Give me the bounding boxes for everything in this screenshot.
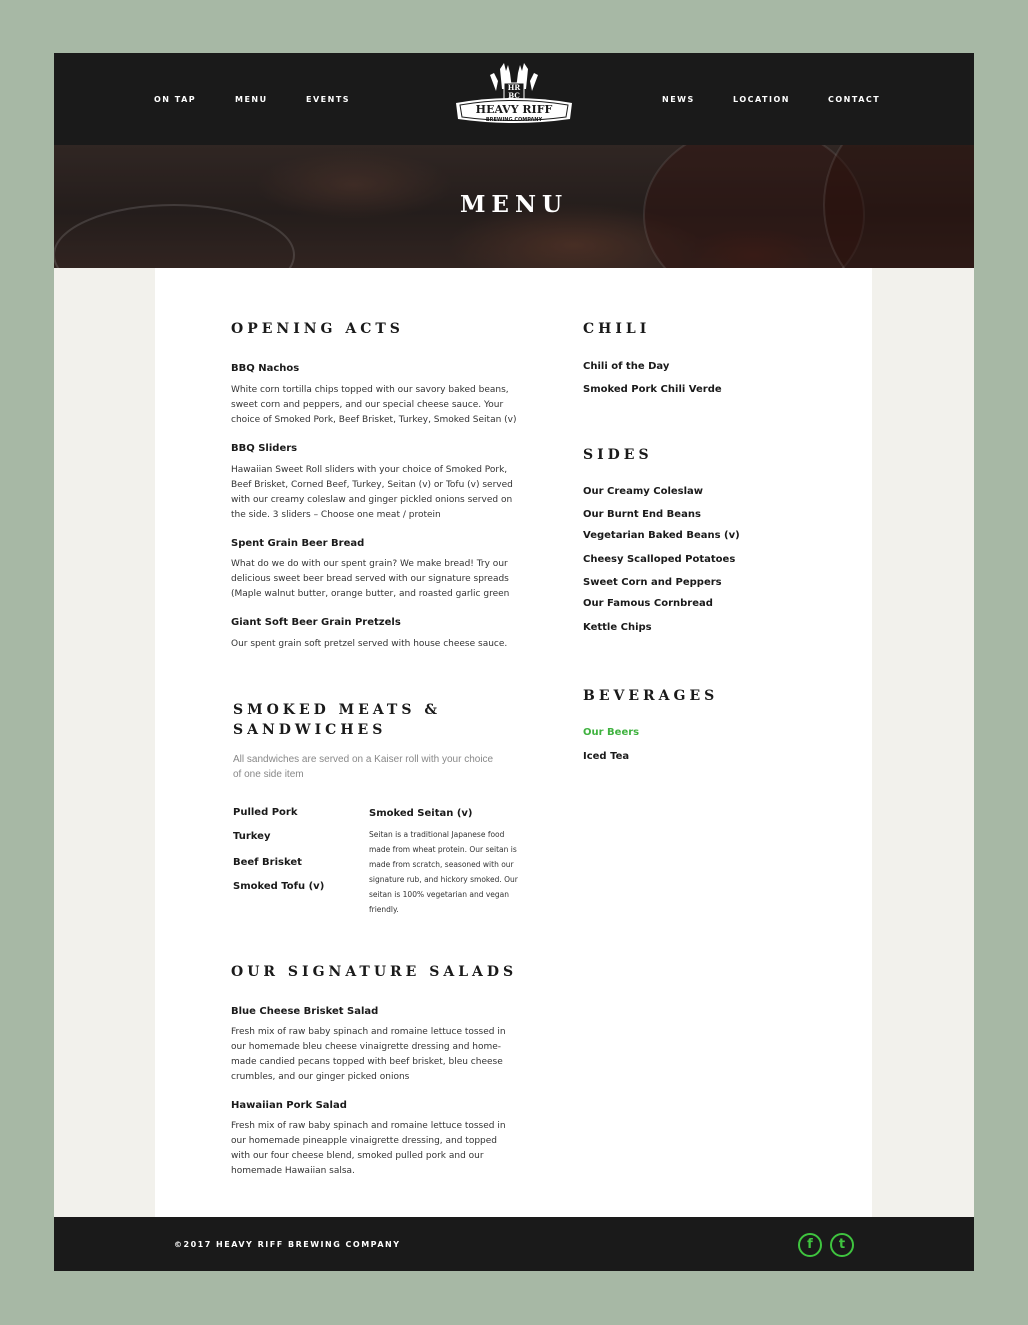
sandwich-item: Smoked Tofu (v) <box>233 881 325 892</box>
site-header: ON TAP MENU EVENTS NEWS LOCATION CONTACT… <box>54 53 974 145</box>
opening-acts-heading: OPENING ACTS <box>231 321 404 337</box>
beverages-heading: BEVERAGES <box>583 688 719 704</box>
side-item: Vegetarian Baked Beans (v) <box>583 530 740 541</box>
sandwich-note: All sandwiches are served on a Kaiser ro… <box>233 754 494 780</box>
side-item: Cheesy Scalloped Potatoes <box>583 554 736 565</box>
site-frame: ON TAP MENU EVENTS NEWS LOCATION CONTACT… <box>54 53 974 1271</box>
nav-news[interactable]: NEWS <box>662 95 695 104</box>
side-item: Sweet Corn and Peppers <box>583 577 722 588</box>
nav-events[interactable]: EVENTS <box>306 95 350 104</box>
beverage-item: Iced Tea <box>583 751 630 762</box>
menu-item-desc: White corn tortilla chips topped with ou… <box>231 385 517 425</box>
salad-desc: Fresh mix of raw baby spinach and romain… <box>231 1027 506 1082</box>
nav-contact[interactable]: CONTACT <box>828 95 880 104</box>
brewery-logo[interactable]: HR BC HEAVY RIFF BREWING COMPANY <box>452 59 576 129</box>
copyright-text: ©2017 HEAVY RIFF BREWING COMPANY <box>174 1240 401 1249</box>
menu-item-desc: Hawaiian Sweet Roll sliders with your ch… <box>231 465 513 520</box>
our-beers-link[interactable]: Our Beers <box>583 727 639 738</box>
menu-item-title: BBQ Nachos <box>231 363 300 374</box>
nav-on-tap[interactable]: ON TAP <box>154 95 196 104</box>
salad-title: Hawaiian Pork Salad <box>231 1100 347 1111</box>
logo-name: HEAVY RIFF <box>476 103 553 116</box>
nav-menu[interactable]: MENU <box>235 95 268 104</box>
twitter-icon[interactable]: t <box>830 1233 854 1257</box>
salads-heading: OUR SIGNATURE SALADS <box>231 964 518 980</box>
seitan-title: Smoked Seitan (v) <box>369 808 473 819</box>
facebook-icon[interactable]: f <box>798 1233 822 1257</box>
site-footer: ©2017 HEAVY RIFF BREWING COMPANY f t <box>54 1217 974 1271</box>
smoked-meats-heading: SMOKED MEATS & SANDWICHES <box>233 702 441 738</box>
menu-item-title: BBQ Sliders <box>231 443 298 454</box>
hero-banner: MENU <box>54 145 974 268</box>
menu-item-desc: Our spent grain soft pretzel served with… <box>231 639 508 649</box>
sandwich-item: Turkey <box>233 831 271 842</box>
logo-tagline: BREWING COMPANY <box>486 117 543 123</box>
menu-item-desc: What do we do with our spent grain? We m… <box>231 559 510 599</box>
sandwich-item: Beef Brisket <box>233 857 302 868</box>
menu-content: OPENING ACTS BBQ Nachos White corn torti… <box>155 268 872 1217</box>
seitan-desc: Seitan is a traditional Japanese food ma… <box>369 830 518 914</box>
side-item: Kettle Chips <box>583 622 652 633</box>
side-item: Our Famous Cornbread <box>583 598 713 609</box>
sides-heading: SIDES <box>583 447 653 463</box>
menu-item-title: Spent Grain Beer Bread <box>231 538 365 549</box>
nav-location[interactable]: LOCATION <box>733 95 790 104</box>
salad-desc: Fresh mix of raw baby spinach and romain… <box>231 1121 506 1176</box>
chili-item: Chili of the Day <box>583 361 670 372</box>
menu-item-title: Giant Soft Beer Grain Pretzels <box>231 617 401 628</box>
side-item: Our Burnt End Beans <box>583 509 701 520</box>
side-item: Our Creamy Coleslaw <box>583 486 704 497</box>
chili-item: Smoked Pork Chili Verde <box>583 384 722 395</box>
page-title: MENU <box>459 191 569 218</box>
sandwich-item: Pulled Pork <box>233 807 298 818</box>
chili-heading: CHILI <box>583 321 651 337</box>
salad-title: Blue Cheese Brisket Salad <box>231 1006 379 1017</box>
logo-graphic: HR BC HEAVY RIFF BREWING COMPANY <box>456 63 572 123</box>
